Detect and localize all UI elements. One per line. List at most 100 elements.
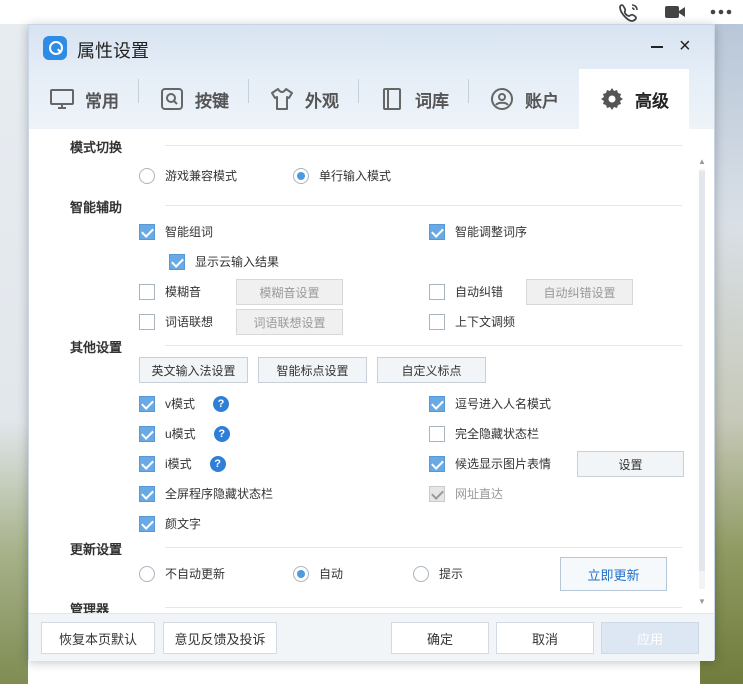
feedback-button[interactable]: 意见反馈及投诉 bbox=[163, 622, 277, 654]
checkbox-indicator bbox=[429, 313, 445, 330]
scroll-down-arrow-icon[interactable]: ▼ bbox=[697, 597, 707, 607]
checkbox-indicator bbox=[139, 425, 155, 442]
tab-appearance[interactable]: 外观 bbox=[249, 69, 359, 129]
checkbox-label: 网址直达 bbox=[455, 487, 504, 501]
radio-label: 游戏兼容模式 bbox=[165, 169, 238, 183]
checkbox-indicator bbox=[139, 455, 155, 472]
checkbox-cloud-result[interactable]: 显示云输入结果 bbox=[169, 253, 279, 270]
divider bbox=[165, 547, 682, 548]
more-icon[interactable] bbox=[709, 2, 733, 22]
fuzzy-settings-button[interactable]: 模糊音设置 bbox=[236, 279, 343, 305]
tab-dictionary[interactable]: 词库 bbox=[359, 69, 469, 129]
radio-no-auto-update[interactable]: 不自动更新 bbox=[139, 565, 225, 582]
tab-label: 外观 bbox=[305, 91, 339, 111]
checkbox-emoticon[interactable]: 颜文字 bbox=[139, 515, 201, 532]
tab-common[interactable]: 常用 bbox=[29, 69, 139, 129]
radio-label: 单行输入模式 bbox=[319, 169, 392, 183]
update-now-button[interactable]: 立即更新 bbox=[560, 557, 667, 591]
section-title-smart: 智能辅助 bbox=[70, 200, 123, 215]
divider bbox=[165, 607, 682, 608]
autocorrect-settings-button[interactable]: 自动纠错设置 bbox=[526, 279, 633, 305]
book-icon bbox=[383, 88, 401, 110]
divider bbox=[165, 205, 682, 206]
checkbox-indicator bbox=[139, 395, 155, 412]
checkbox-label: v模式 bbox=[165, 397, 196, 411]
help-icon[interactable]: ? bbox=[209, 455, 226, 472]
call-icon[interactable] bbox=[617, 2, 641, 22]
section-title-manager: 管理器 bbox=[70, 602, 110, 613]
app-logo-icon bbox=[43, 36, 67, 60]
checkbox-label: 自动纠错 bbox=[455, 285, 504, 299]
checkbox-indicator bbox=[429, 283, 445, 300]
checkbox-label: 逗号进入人名模式 bbox=[455, 397, 552, 411]
checkbox-label: 全屏程序隐藏状态栏 bbox=[165, 487, 274, 501]
monitor-icon bbox=[50, 89, 74, 109]
help-icon[interactable]: ? bbox=[213, 395, 230, 412]
checkbox-hide-statusbar[interactable]: 完全隐藏状态栏 bbox=[429, 425, 539, 442]
content-scrollbar[interactable]: ▲ ▼ bbox=[697, 157, 707, 607]
settings-dialog: 属性设置 × 常用 按键 外观 词库 账户 高级 模式切换 游戏兼容模式 单行输… bbox=[28, 24, 715, 661]
close-button[interactable]: × bbox=[679, 35, 691, 58]
tab-account[interactable]: 账户 bbox=[469, 69, 579, 129]
checkbox-autocorrect[interactable]: 自动纠错 bbox=[429, 283, 503, 300]
smart-punctuation-settings-button[interactable]: 智能标点设置 bbox=[258, 357, 367, 383]
radio-indicator bbox=[139, 565, 155, 582]
checkbox-label: 上下文调频 bbox=[455, 315, 516, 329]
radio-single-line-mode[interactable]: 单行输入模式 bbox=[293, 167, 391, 184]
radio-auto-update[interactable]: 自动 bbox=[293, 565, 343, 582]
image-emoji-settings-button[interactable]: 设置 bbox=[577, 451, 684, 477]
user-icon bbox=[491, 88, 513, 110]
radio-label: 不自动更新 bbox=[165, 567, 226, 581]
checkbox-indicator bbox=[139, 515, 155, 532]
checkbox-image-emoji[interactable]: 候选显示图片表情 bbox=[429, 455, 551, 472]
checkbox-indicator bbox=[429, 425, 445, 442]
radio-label: 自动 bbox=[319, 567, 344, 581]
tab-label: 词库 bbox=[415, 91, 449, 111]
checkbox-fullscreen-hide-statusbar[interactable]: 全屏程序隐藏状态栏 bbox=[139, 485, 273, 502]
checkbox-indicator bbox=[429, 223, 445, 240]
checkbox-label: 词语联想 bbox=[165, 315, 214, 329]
checkbox-v-mode[interactable]: v模式? bbox=[139, 395, 230, 412]
scroll-up-arrow-icon[interactable]: ▲ bbox=[697, 157, 707, 167]
checkbox-context-freq[interactable]: 上下文调频 bbox=[429, 313, 515, 330]
scroll-thumb[interactable] bbox=[699, 171, 705, 571]
apply-button[interactable]: 应用 bbox=[601, 622, 699, 654]
restore-defaults-button[interactable]: 恢复本页默认 bbox=[41, 622, 155, 654]
checkbox-i-mode[interactable]: i模式? bbox=[139, 455, 226, 472]
checkbox-smart-order[interactable]: 智能调整词序 bbox=[429, 223, 527, 240]
radio-indicator bbox=[293, 565, 309, 582]
custom-punctuation-button[interactable]: 自定义标点 bbox=[377, 357, 486, 383]
association-settings-button[interactable]: 词语联想设置 bbox=[236, 309, 343, 335]
help-icon[interactable]: ? bbox=[213, 425, 230, 442]
tab-label: 高级 bbox=[635, 91, 669, 111]
checkbox-association[interactable]: 词语联想 bbox=[139, 313, 213, 330]
checkbox-indicator bbox=[139, 485, 155, 502]
radio-game-mode[interactable]: 游戏兼容模式 bbox=[139, 167, 237, 184]
title-bar: 属性设置 × 常用 按键 外观 词库 账户 高级 bbox=[29, 25, 714, 129]
checkbox-label: 候选显示图片表情 bbox=[455, 457, 552, 471]
checkbox-smart-group[interactable]: 智能组词 bbox=[139, 223, 213, 240]
checkbox-label: 智能调整词序 bbox=[455, 225, 528, 239]
ok-button[interactable]: 确定 bbox=[391, 622, 489, 654]
checkbox-indicator bbox=[429, 485, 445, 502]
checkbox-fuzzy[interactable]: 模糊音 bbox=[139, 283, 201, 300]
settings-content: 模式切换 游戏兼容模式 单行输入模式 智能辅助 智能组词 智能调整词序 显示云输… bbox=[29, 129, 714, 613]
cancel-button[interactable]: 取消 bbox=[496, 622, 594, 654]
checkbox-label: 颜文字 bbox=[165, 517, 202, 531]
checkbox-indicator bbox=[139, 283, 155, 300]
video-icon[interactable] bbox=[663, 2, 687, 22]
checkbox-label: 智能组词 bbox=[165, 225, 214, 239]
english-ime-settings-button[interactable]: 英文输入法设置 bbox=[139, 357, 248, 383]
minimize-button[interactable] bbox=[651, 46, 663, 48]
dialog-footer: 恢复本页默认 意见反馈及投诉 确定 取消 应用 bbox=[29, 613, 714, 661]
radio-indicator bbox=[293, 167, 309, 184]
desktop-background-left bbox=[0, 24, 28, 684]
tab-keys[interactable]: 按键 bbox=[139, 69, 249, 129]
radio-indicator bbox=[139, 167, 155, 184]
radio-update-prompt[interactable]: 提示 bbox=[413, 565, 463, 582]
checkbox-comma-name-mode[interactable]: 逗号进入人名模式 bbox=[429, 395, 551, 412]
tab-advanced[interactable]: 高级 bbox=[579, 69, 689, 129]
tab-bar: 常用 按键 外观 词库 账户 高级 bbox=[29, 69, 714, 129]
section-title-update: 更新设置 bbox=[70, 542, 123, 557]
checkbox-u-mode[interactable]: u模式? bbox=[139, 425, 230, 442]
